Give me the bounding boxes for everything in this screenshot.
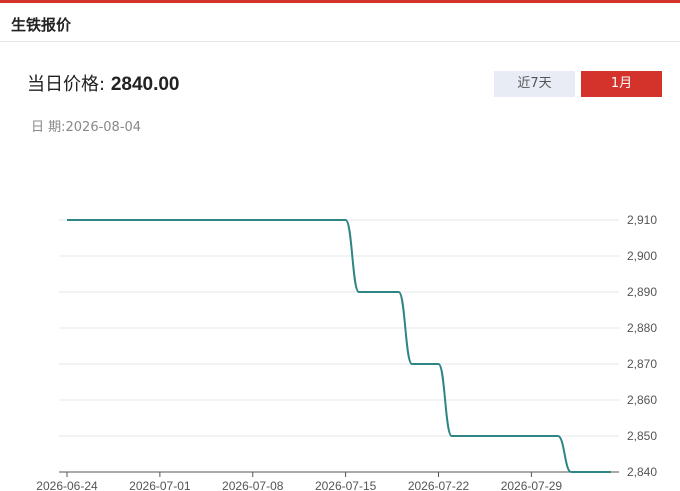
x-tick-label: 2026-07-22	[408, 479, 470, 491]
price-date: 日 期:2026-08-04	[31, 116, 141, 135]
current-price: 当日价格: 2840.00	[27, 70, 180, 96]
date-label: 日 期:	[31, 120, 66, 135]
panel-header: 生铁报价	[0, 3, 680, 42]
y-tick-label: 2,910	[627, 213, 657, 227]
y-tick-label: 2,870	[627, 357, 657, 371]
x-tick-label: 2026-06-24	[36, 479, 98, 491]
y-tick-label: 2,900	[627, 249, 657, 263]
panel-title: 生铁报价	[11, 16, 72, 34]
x-tick-label: 2026-07-15	[315, 479, 377, 491]
x-tick-label: 2026-07-29	[501, 479, 563, 491]
y-tick-label: 2,840	[627, 465, 657, 479]
y-tick-label: 2,890	[627, 285, 657, 299]
price-label: 当日价格:	[27, 74, 106, 95]
range-7-days-button[interactable]: 近7天	[494, 71, 575, 97]
chart-x-ticks: 2026-06-24 2026-07-01 2026-07-08 2026-07-15…	[36, 472, 562, 491]
y-tick-label: 2,850	[627, 429, 657, 443]
price-line-chart: 2,840 2,850 2,860 2,870 2,880 2,890 2,900 2,910…	[36, 213, 657, 491]
x-tick-label: 2026-07-08	[222, 479, 284, 491]
x-tick-label: 2026-07-01	[129, 479, 191, 491]
range-1-month-button[interactable]: 1月	[581, 71, 662, 97]
y-tick-label: 2,880	[627, 321, 657, 335]
date-value: 2026-08-04	[65, 120, 142, 135]
series-line	[67, 219, 611, 473]
chart-grid	[59, 219, 619, 437]
price-value: 2840.00	[110, 74, 180, 95]
chart-y-axis: 2,840 2,850 2,860 2,870 2,880 2,890 2,900 2,910	[627, 213, 657, 479]
y-tick-label: 2,860	[627, 393, 657, 407]
